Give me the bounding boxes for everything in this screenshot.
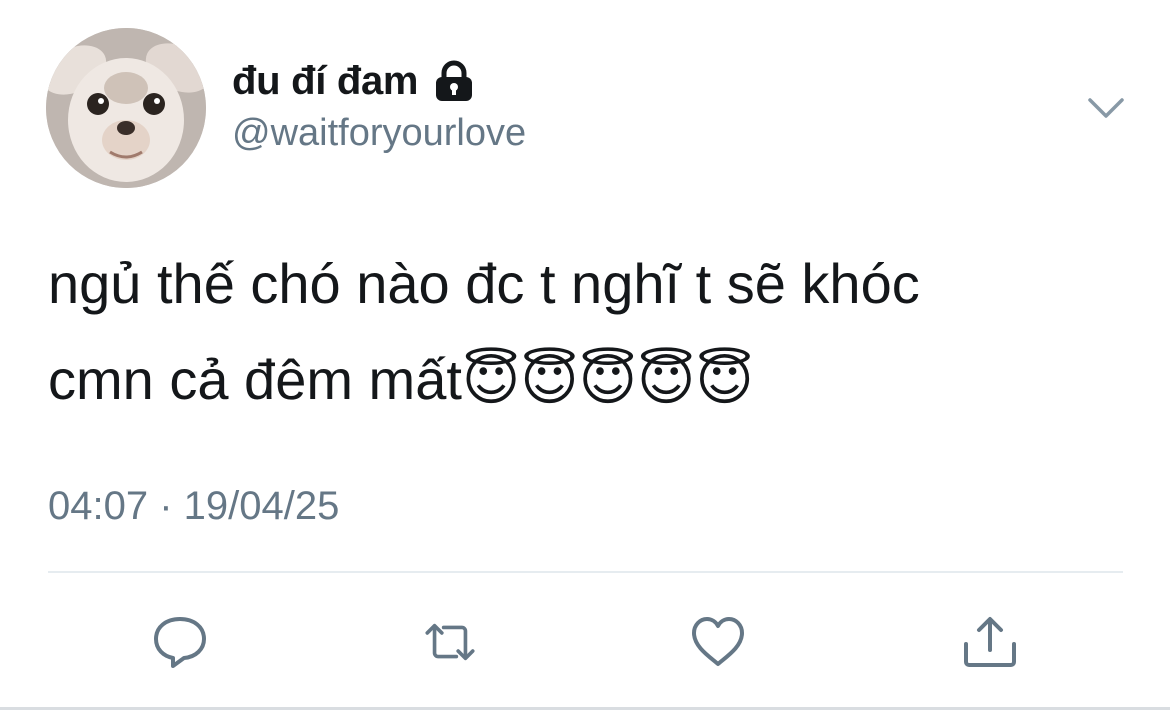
tweet-card: đu đí đam @waitforyourlove ngủ thế chó n… [0, 0, 1170, 710]
share-button[interactable] [960, 612, 1020, 672]
heart-icon [692, 617, 744, 666]
display-name[interactable]: đu đí đam [232, 59, 418, 104]
tweet-text: ngủ thế chó nào đc t nghĩ t sẽ khóc cmn … [48, 252, 920, 411]
reply-button[interactable] [150, 612, 210, 672]
user-handle[interactable]: @waitforyourlove [232, 112, 526, 155]
share-upload-icon [964, 617, 1016, 667]
tweet-timestamp[interactable]: 04:07 · 19/04/25 [48, 484, 339, 529]
speech-bubble-icon [154, 617, 206, 668]
avatar[interactable] [46, 28, 206, 188]
chihuahua-avatar-icon [46, 28, 206, 188]
retweet-arrows-icon [425, 623, 475, 661]
name-row: đu đí đam [232, 56, 476, 106]
retweet-button[interactable] [420, 612, 480, 672]
like-button[interactable] [688, 612, 748, 672]
divider [48, 571, 1123, 573]
lock-icon [432, 59, 476, 103]
chevron-down-icon[interactable] [1086, 92, 1126, 122]
